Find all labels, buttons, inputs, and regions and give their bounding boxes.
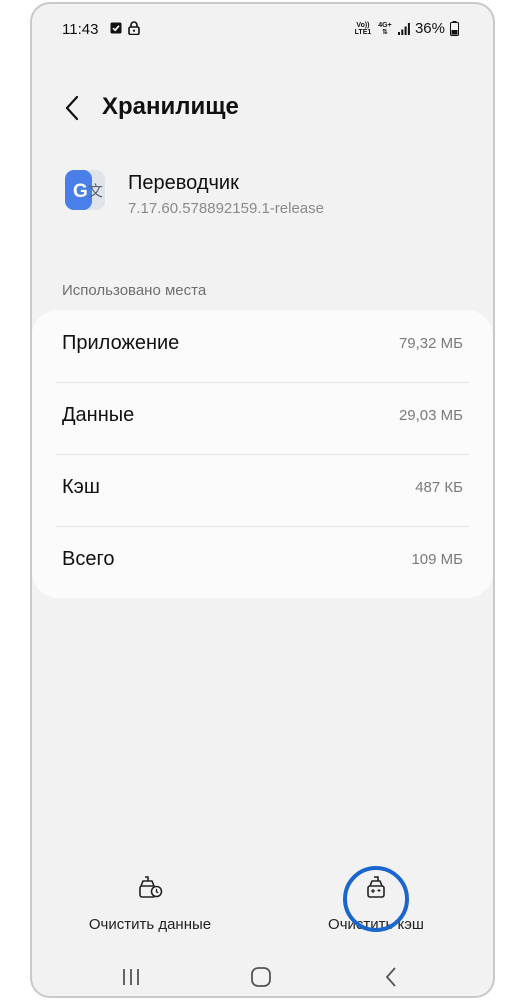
row-label: Кэш [62, 476, 100, 498]
app-name: Переводчик [128, 172, 239, 194]
status-time: 11:43 [62, 21, 99, 38]
row-value: 29,03 МБ [398, 407, 463, 424]
storage-row-app: Приложение 79,32 МБ [32, 310, 493, 382]
battery-icon [450, 21, 459, 36]
storage-row-cache: Кэш 487 КБ [32, 454, 493, 526]
clear-cache-label: Очистить кэш [328, 916, 424, 933]
app-info: G 文 Переводчик 7.17.60.578892159.1-relea… [32, 164, 493, 224]
page-title: Хранилище [102, 93, 239, 120]
svg-text:G: G [73, 181, 88, 202]
row-label: Всего [62, 548, 115, 570]
row-label: Приложение [62, 332, 180, 354]
back-chevron-icon[interactable] [60, 94, 86, 122]
storage-row-total: Всего 109 МБ [32, 526, 493, 598]
row-label: Данные [62, 404, 135, 426]
google-translate-icon: G 文 [65, 170, 105, 210]
row-value: 109 МБ [411, 551, 463, 568]
phone-screen: 11:43 Vo)) LTE1 4G+ ⇅ 36% Хранилище G 文 … [30, 2, 495, 998]
clear-data-label: Очистить данные [88, 916, 212, 933]
clear-data-icon [139, 876, 163, 898]
home-icon[interactable] [246, 963, 276, 991]
4g-icon: 4G+ ⇅ [378, 21, 392, 36]
app-version: 7.17.60.578892159.1-release [128, 200, 324, 217]
signal-icon [397, 22, 410, 35]
lock-icon [128, 21, 140, 35]
storage-row-data: Данные 29,03 МБ [32, 382, 493, 454]
clear-data-button[interactable]: Очистить данные [50, 874, 250, 933]
recents-icon[interactable] [116, 963, 146, 991]
clear-cache-icon [367, 876, 385, 898]
row-value: 79,32 МБ [398, 335, 463, 352]
back-icon[interactable] [376, 963, 406, 991]
storage-card: Приложение 79,32 МБ Данные 29,03 МБ Кэш … [32, 310, 493, 598]
section-label-storage-used: Использовано места [62, 282, 207, 299]
volte-icon: Vo)) LTE1 [354, 21, 372, 36]
navigation-bar [32, 959, 493, 995]
battery-percent: 36% [414, 20, 445, 37]
svg-text:文: 文 [88, 182, 103, 200]
clear-cache-button[interactable]: Очистить кэш [276, 874, 476, 933]
status-bar: 11:43 Vo)) LTE1 4G+ ⇅ 36% [32, 4, 493, 56]
checkbox-icon [110, 22, 122, 34]
row-value: 487 КБ [415, 479, 463, 496]
header: Хранилище [32, 84, 493, 134]
